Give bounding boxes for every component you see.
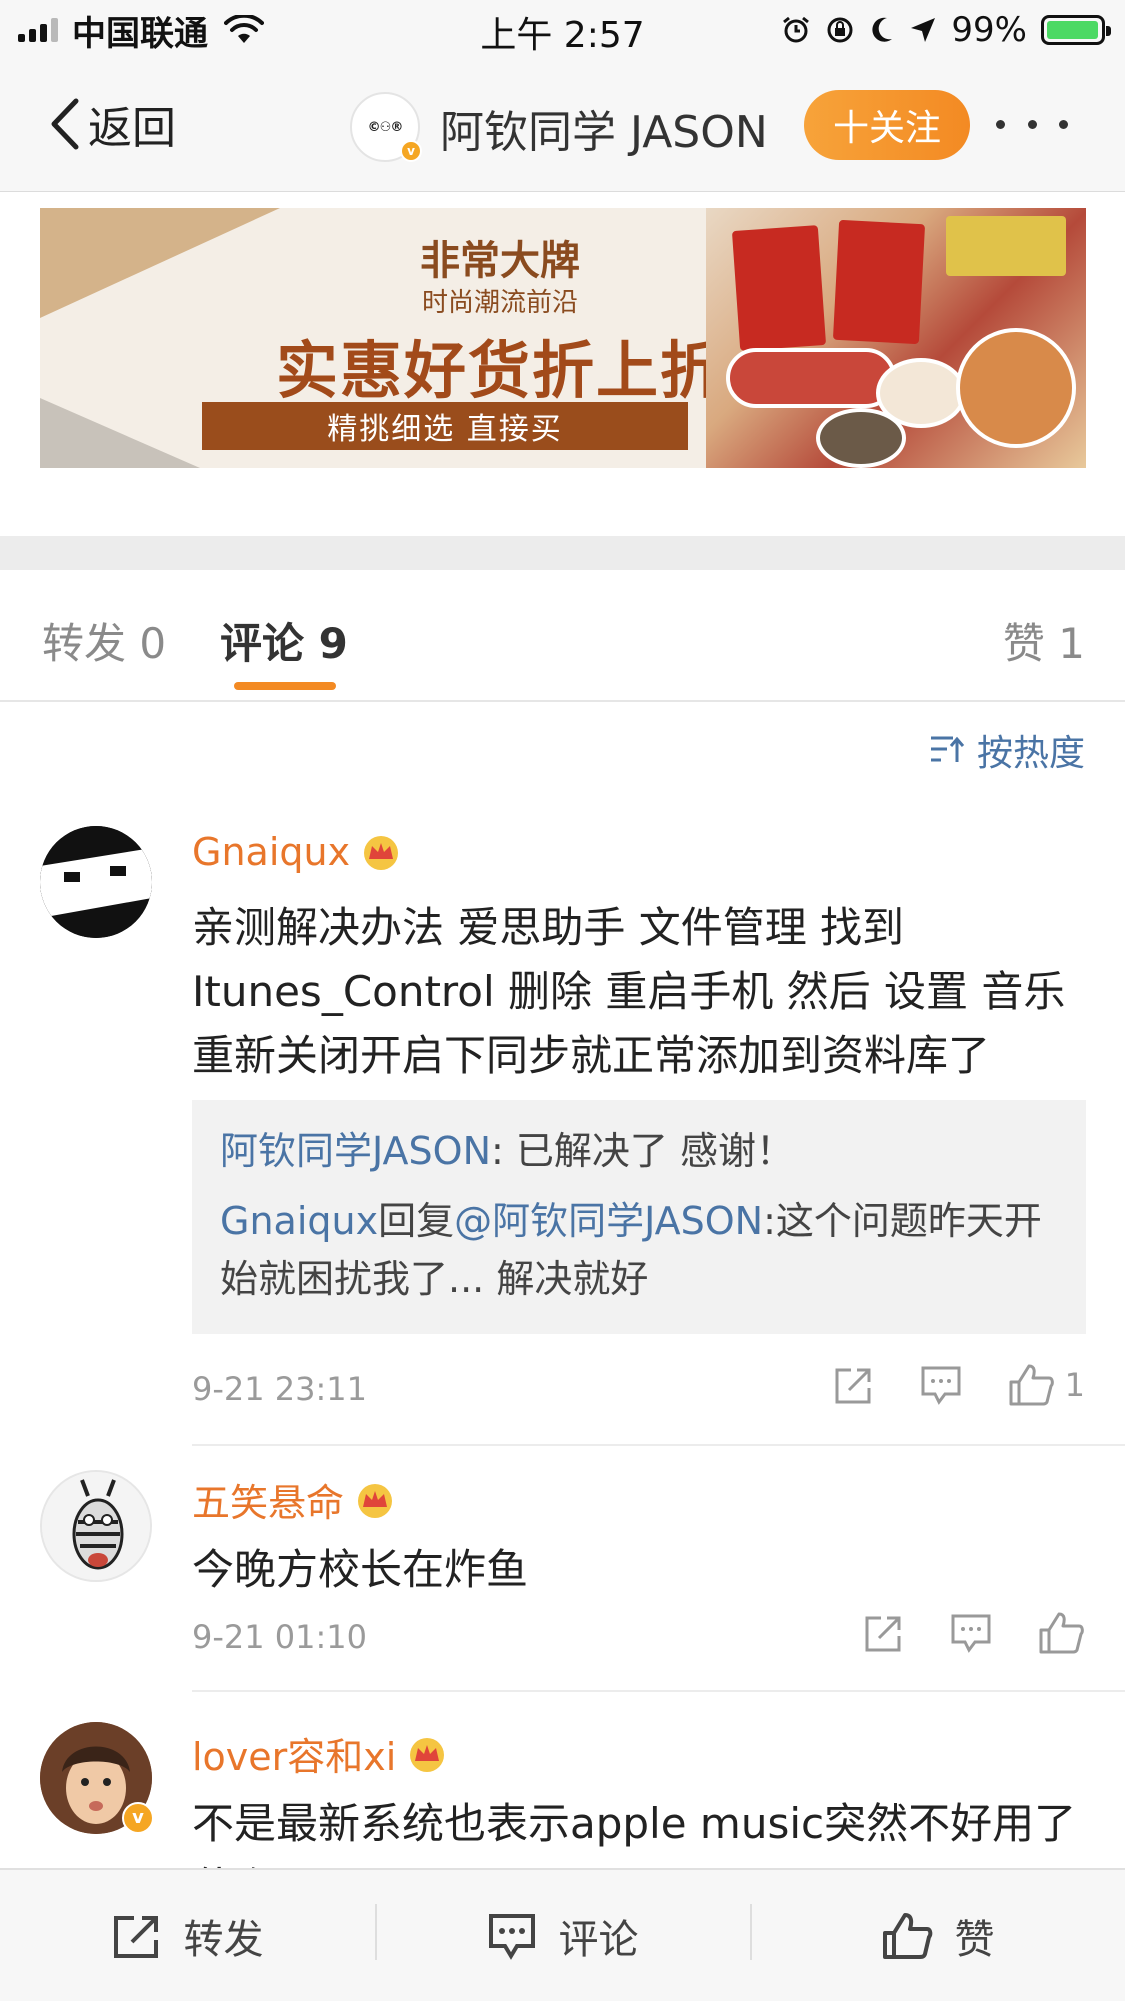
comment-item: v lover容和xi 不是最新系统也表示apple music突然不好用了 什… <box>0 1722 1125 1868</box>
verified-badge-icon: v <box>400 140 422 162</box>
battery-fill <box>1047 21 1099 39</box>
comment-like-button[interactable]: 1 <box>1007 1362 1085 1408</box>
username-text: 五笑悬命 <box>192 1481 345 1525</box>
sort-label: 按热度 <box>976 733 1085 774</box>
comment-share-button[interactable] <box>863 1612 905 1654</box>
comment-time: 9-21 23:11 <box>192 1370 368 1408</box>
share-icon <box>835 1368 871 1404</box>
comment-bubble-icon <box>951 1614 991 1653</box>
page-title: 阿钦同学 JASON <box>440 107 768 158</box>
like-label: 赞 <box>954 1916 995 1963</box>
bottom-toolbar: 转发 评论 赞 <box>0 1868 1125 2001</box>
location-arrow-icon <box>911 18 936 42</box>
back-label: 返回 <box>88 103 176 154</box>
avatar[interactable]: v <box>40 1722 154 1834</box>
share-icon <box>113 1915 158 1958</box>
sort-button[interactable]: 按热度 <box>929 724 1085 776</box>
thumbs-up-icon <box>882 1912 932 1959</box>
tab-bar: 转发 0 评论 9 赞 1 <box>0 570 1125 702</box>
reply-mention[interactable]: @阿钦同学JASON <box>454 1199 763 1243</box>
ad-product-image <box>706 208 1086 468</box>
like-button[interactable]: 赞 <box>750 1870 1125 2001</box>
status-bar: 中国联通 上午 2:57 99% <box>0 0 1125 60</box>
status-right: 99% <box>781 8 1111 52</box>
comment-actions: 1 <box>833 1362 1085 1408</box>
sort-icon <box>930 736 965 762</box>
comment-bubble-icon <box>488 1913 535 1960</box>
more-icon[interactable] <box>996 104 1068 144</box>
ad-decoration <box>40 398 200 468</box>
comment-button[interactable]: 评论 <box>375 1870 750 2001</box>
repost-button[interactable]: 转发 <box>0 1870 375 2001</box>
chevron-left-icon <box>51 98 79 150</box>
back-button[interactable]: 返回 <box>48 94 176 154</box>
section-separator <box>0 536 1125 570</box>
comment-divider <box>192 1444 1125 1446</box>
ad-banner[interactable]: 非常大牌 时尚潮流前沿 实惠好货折上折 精挑细选 直接买 <box>40 208 1086 468</box>
comment-username[interactable]: 五笑悬命 <box>192 1472 396 1527</box>
username-text: lover容和xi <box>192 1735 397 1779</box>
reply-author[interactable]: Gnaiqux <box>220 1199 378 1243</box>
avatar-image <box>42 1472 150 1580</box>
crown-icon <box>358 1483 393 1518</box>
author-avatar[interactable]: ©⚇® v <box>350 92 422 162</box>
repost-label: 转发 <box>183 1916 264 1963</box>
moon-icon <box>872 17 893 42</box>
tab-comment[interactable]: 评论 9 <box>220 610 348 671</box>
avatar-image <box>40 826 152 938</box>
battery-icon <box>1041 15 1111 45</box>
reply-line: Gnaiqux回复@阿钦同学JASON:这个问题昨天开始就困扰我了... 解决就… <box>220 1192 1058 1308</box>
comment-text: 亲测解决办法 爱思助手 文件管理 找到 Itunes_Control 删除 重启… <box>192 903 1066 1080</box>
verified-badge-icon: v <box>122 1802 154 1834</box>
reply-verb: 回复 <box>378 1199 455 1243</box>
reply-author[interactable]: 阿钦同学JASON <box>220 1129 491 1173</box>
tab-repost[interactable]: 转发 0 <box>42 610 166 671</box>
alarm-icon <box>783 16 810 43</box>
navigation-bar: 返回 ©⚇® v 阿钦同学 JASON 十关注 <box>0 60 1125 192</box>
comment-divider <box>192 1690 1125 1692</box>
crown-icon <box>410 1737 445 1772</box>
comment-like-button[interactable] <box>1037 1610 1085 1656</box>
comment-share-button[interactable] <box>833 1364 875 1406</box>
username-text: Gnaiqux <box>192 830 351 874</box>
comment-reply-button[interactable] <box>949 1612 993 1654</box>
crown-icon <box>364 836 399 870</box>
comment-label: 评论 <box>558 1916 639 1963</box>
comment-username[interactable]: lover容和xi <box>192 1726 448 1781</box>
comment-username[interactable]: Gnaiqux <box>192 830 402 874</box>
comment-text: 不是最新系统也表示apple music突然不好用了 什么原因？？？ <box>192 1799 1077 1868</box>
comment-time: 9-21 01:10 <box>192 1618 368 1656</box>
ad-cta-bar: 精挑细选 直接买 <box>202 402 688 450</box>
share-icon <box>865 1616 901 1652</box>
avatar[interactable] <box>40 826 152 938</box>
comment-actions <box>863 1610 1085 1656</box>
follow-button[interactable]: 十关注 <box>804 90 970 160</box>
rotation-lock-icon <box>827 17 853 43</box>
comment-bubble-icon <box>921 1366 961 1405</box>
author-logo-icon: ©⚇® <box>367 119 404 135</box>
comment-reply-button[interactable] <box>919 1364 963 1406</box>
battery-percent: 99% <box>951 10 1027 50</box>
thumbs-up-icon <box>1039 1612 1084 1654</box>
like-count: 1 <box>1064 1366 1085 1404</box>
reply-text: : 已解决了 感谢！ <box>491 1129 794 1173</box>
avatar[interactable] <box>40 1470 152 1582</box>
comment-text: 今晚方校长在炸鱼 <box>192 1545 529 1594</box>
reply-box[interactable]: 阿钦同学JASON: 已解决了 感谢！ Gnaiqux回复@阿钦同学JASON:… <box>192 1100 1086 1334</box>
tab-like[interactable]: 赞 1 <box>1003 610 1085 671</box>
active-tab-indicator <box>234 682 336 690</box>
thumbs-up-icon <box>1009 1364 1054 1406</box>
reply-line: 阿钦同学JASON: 已解决了 感谢！ <box>220 1122 1058 1180</box>
